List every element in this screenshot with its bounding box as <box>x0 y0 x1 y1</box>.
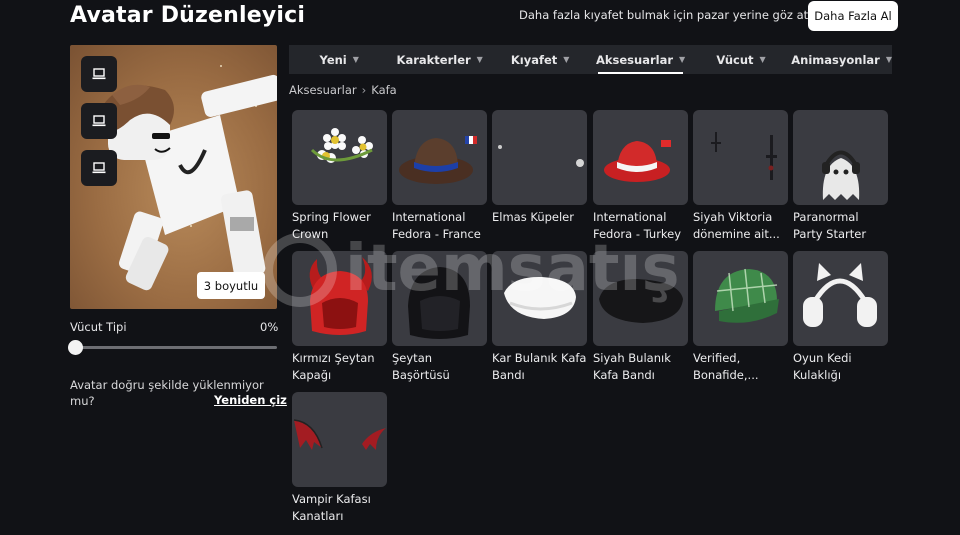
plaid-cap-icon <box>693 251 788 346</box>
view-back-button[interactable] <box>81 150 117 186</box>
item-card[interactable]: Şeytan Başörtüsü <box>392 251 488 384</box>
body-type-slider[interactable] <box>70 346 277 349</box>
item-card[interactable]: Siyah Bulanık Kafa Bandı <box>593 251 689 384</box>
item-card[interactable]: Vampir Kafası Kanatları <box>292 392 388 525</box>
item-card[interactable]: Paranormal Party Starter <box>793 110 889 243</box>
tab-label: Vücut <box>716 52 754 67</box>
tab-label: Aksesuarlar <box>595 52 674 67</box>
tab-characters[interactable]: Karakterler ▼ <box>389 45 489 74</box>
page-title: Avatar Düzenleyici <box>70 3 306 28</box>
white-headband-icon <box>492 251 587 346</box>
breadcrumb: Aksesuarlar › Kafa <box>289 83 397 97</box>
chevron-down-icon: ▼ <box>563 55 570 64</box>
view-front-button[interactable] <box>81 56 117 92</box>
item-name: Vampir Kafası Kanatları <box>292 492 371 523</box>
body-type-value: 0% <box>260 320 279 334</box>
item-name: Verified, Bonafide,... <box>693 351 759 382</box>
chevron-down-icon: ▼ <box>885 55 892 64</box>
chevron-right-icon: › <box>361 83 367 97</box>
item-card[interactable]: Kar Bulanık Kafa Bandı <box>492 251 588 384</box>
promo-text: Daha fazla kıyafet bulmak için pazar yer… <box>519 8 813 22</box>
item-name: International Fedora - France <box>392 210 481 241</box>
tab-animations[interactable]: Animasyonlar ▼ <box>791 45 892 74</box>
tab-label: Karakterler <box>396 52 471 67</box>
item-name: Oyun Kedi Kulaklığı <box>793 351 852 382</box>
breadcrumb-item-head: Kafa <box>371 83 397 97</box>
item-card[interactable]: Spring Flower Crown <box>292 110 388 243</box>
monitor-icon <box>92 115 106 127</box>
tab-label: Kıyafet <box>510 52 558 67</box>
chevron-down-icon: ▼ <box>352 55 359 64</box>
body-type-label: Vücut Tipi <box>70 320 127 334</box>
chevron-down-icon: ▼ <box>679 55 686 64</box>
fedora-turkey-icon <box>593 110 688 205</box>
earrings-icon <box>492 110 587 205</box>
item-name: Spring Flower Crown <box>292 210 371 241</box>
view-side-button[interactable] <box>81 103 117 139</box>
breadcrumb-item-accessories[interactable]: Aksesuarlar <box>289 83 357 97</box>
tab-body[interactable]: Vücut ▼ <box>691 45 791 74</box>
body-type-slider-thumb[interactable] <box>68 340 83 355</box>
item-card[interactable]: Kırmızı Şeytan Kapağı <box>292 251 388 384</box>
cat-headphones-icon <box>793 251 888 346</box>
flower-crown-icon <box>292 110 387 205</box>
victorian-earrings-icon <box>693 110 788 205</box>
tab-label: Animasyonlar <box>791 52 880 67</box>
monitor-icon <box>92 68 106 80</box>
item-name: Siyah Bulanık Kafa Bandı <box>593 351 671 382</box>
item-card[interactable]: Verified, Bonafide,... <box>693 251 789 384</box>
item-name: Kar Bulanık Kafa Bandı <box>492 351 587 382</box>
red-devil-hood-icon <box>292 251 387 346</box>
item-card[interactable]: International Fedora - Turkey <box>593 110 689 243</box>
avatar-preview[interactable]: 3 boyutlu <box>70 45 277 309</box>
item-name: Paranormal Party Starter <box>793 210 867 241</box>
redraw-link[interactable]: Yeniden çiz <box>214 393 287 407</box>
black-headband-icon <box>593 251 688 346</box>
item-name: Kırmızı Şeytan Kapağı <box>292 351 375 382</box>
toggle-3d-button[interactable]: 3 boyutlu <box>197 272 265 299</box>
fedora-france-icon <box>392 110 487 205</box>
category-tabs: Yeni ▼ Karakterler ▼ Kıyafet ▼ Aksesuarlar ▼… <box>289 45 892 74</box>
ghost-headphones-icon <box>793 110 888 205</box>
monitor-icon <box>92 162 106 174</box>
chevron-down-icon: ▼ <box>759 55 766 64</box>
item-name: Elmas Küpeler <box>492 210 574 224</box>
item-card[interactable]: Siyah Viktoria dönemine ait... <box>693 110 789 243</box>
item-name: Siyah Viktoria dönemine ait... <box>693 210 780 241</box>
get-more-button[interactable]: Daha Fazla Al <box>808 1 898 31</box>
item-card[interactable]: Oyun Kedi Kulaklığı <box>793 251 889 384</box>
item-card[interactable]: International Fedora - France <box>392 110 488 243</box>
tab-clothing[interactable]: Kıyafet ▼ <box>490 45 590 74</box>
tab-label: Yeni <box>319 52 347 67</box>
item-card[interactable]: Elmas Küpeler <box>492 110 588 243</box>
black-devil-hood-icon <box>392 251 487 346</box>
tab-accessories[interactable]: Aksesuarlar ▼ <box>590 45 690 74</box>
tab-new[interactable]: Yeni ▼ <box>289 45 389 74</box>
item-name: International Fedora - Turkey <box>593 210 682 241</box>
vampire-wings-icon <box>292 392 387 487</box>
item-name: Şeytan Başörtüsü <box>392 351 450 382</box>
chevron-down-icon: ▼ <box>476 55 483 64</box>
